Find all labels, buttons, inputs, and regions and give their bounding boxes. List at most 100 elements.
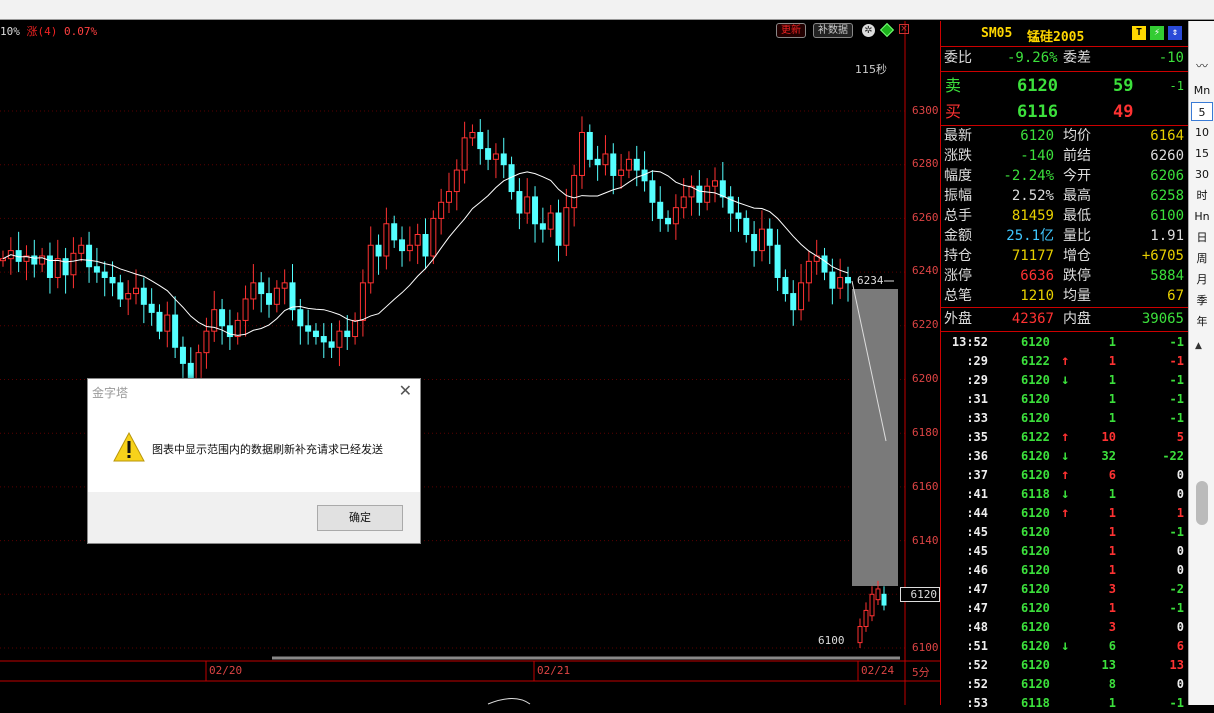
- outer-inner-row: 外盘 42367 内盘 39065: [941, 309, 1188, 329]
- period-7[interactable]: 日: [1191, 228, 1213, 247]
- tick-price: 6120: [1021, 525, 1050, 539]
- period-4[interactable]: 30: [1191, 165, 1213, 184]
- tick-time: :31: [966, 392, 988, 406]
- tick-price: 6120: [1021, 335, 1050, 349]
- stat-row: 最新 6120 均价 6164: [941, 126, 1188, 146]
- candle-body: [563, 207, 570, 246]
- stat-value-2: 6260: [1150, 148, 1184, 164]
- candle-body: [297, 309, 304, 327]
- close-chart-icon[interactable]: ×: [899, 24, 909, 34]
- chart-canvas: [0, 21, 940, 705]
- period-11[interactable]: 年: [1191, 312, 1213, 331]
- candlestick-chart[interactable]: 10% 涨(4) 0.07% 更新 补数据 ✲ × 115秒 6300 6280 6…: [0, 21, 940, 705]
- candle-body: [758, 228, 765, 252]
- tick-price: 6122: [1021, 430, 1050, 444]
- candle-body: [696, 185, 703, 203]
- period-2[interactable]: 10: [1191, 123, 1213, 142]
- weicha-value: -10: [1158, 50, 1184, 66]
- tick-row: :35 6122 ↑ 10 5: [941, 428, 1188, 447]
- scroll-up-arrow-icon[interactable]: ▲: [1195, 341, 1202, 351]
- tick-price: 6120: [1021, 601, 1050, 615]
- price-tick: 6240: [912, 264, 939, 277]
- candle-body: [863, 609, 869, 628]
- candle-body: [711, 180, 718, 187]
- tick-time: :45: [966, 525, 988, 539]
- indicator-left: 10%: [0, 25, 20, 38]
- tick-arrow-icon: ↑: [1061, 353, 1070, 369]
- stat-value: 6636: [1020, 268, 1054, 284]
- candle-body: [837, 276, 844, 289]
- tick-time: :29: [966, 354, 988, 368]
- candle-body: [414, 234, 421, 246]
- period-6[interactable]: Hn: [1191, 207, 1213, 226]
- scrollbar-thumb[interactable]: [1196, 481, 1208, 525]
- period-5[interactable]: 时: [1191, 186, 1213, 205]
- candle-body: [719, 180, 726, 198]
- period-3[interactable]: 15: [1191, 144, 1213, 163]
- ok-button[interactable]: 确定: [317, 505, 403, 531]
- candle-body: [453, 169, 460, 193]
- period-1[interactable]: 5: [1191, 102, 1213, 121]
- candle-body: [39, 255, 46, 265]
- tick-volume: 1: [1108, 335, 1116, 349]
- tick-price: 6120: [1021, 373, 1050, 387]
- line-chart-icon[interactable]: 〰: [1193, 57, 1211, 73]
- updown-arrows-icon[interactable]: ⇕: [1168, 26, 1182, 40]
- stat-label: 总笔: [944, 288, 972, 304]
- candle-body: [54, 258, 61, 278]
- period-0[interactable]: Mn: [1191, 81, 1213, 100]
- dialog-message: 图表中显示范围内的数据刷新补充请求已经发送: [152, 443, 383, 456]
- candle-body: [774, 244, 781, 278]
- tick-change: 6: [1176, 639, 1184, 653]
- candle-body: [602, 153, 609, 166]
- lightning-icon[interactable]: ⚡: [1150, 26, 1164, 40]
- tick-time: :35: [966, 430, 988, 444]
- stat-label: 幅度: [944, 168, 972, 184]
- candle-body: [250, 282, 257, 300]
- indicator-bar: 10% 涨(4) 0.07%: [0, 23, 97, 39]
- tick-volume: 1: [1108, 601, 1116, 615]
- quote-panel: SM05 锰硅2005 T ⚡ ⇕ 委比 -9.26% 委差 -10 卖 6120 59 -1…: [940, 21, 1188, 710]
- candle-body: [117, 282, 124, 300]
- indicator-label: 涨(4): [26, 25, 58, 38]
- countdown-label: 115秒: [855, 63, 887, 76]
- candle-body: [86, 244, 93, 268]
- projection-box: [852, 289, 898, 586]
- sell-row[interactable]: 卖 6120 59 -1: [941, 74, 1188, 98]
- settings-gear-icon[interactable]: ✲: [862, 24, 875, 37]
- stat-value-2: +6705: [1141, 248, 1184, 264]
- dialog-close-icon[interactable]: ✕: [399, 381, 412, 400]
- crosshair-price-label: 6234: [857, 274, 884, 287]
- tick-price: 6120: [1021, 506, 1050, 520]
- stat-value-2: 67: [1167, 288, 1184, 304]
- stat-row: 涨停 6636 跌停 5884: [941, 266, 1188, 286]
- t-icon[interactable]: T: [1132, 26, 1146, 40]
- period-10[interactable]: 季: [1191, 291, 1213, 310]
- weibi-row: 委比 -9.26% 委差 -10: [941, 48, 1188, 68]
- stat-label: 涨跌: [944, 148, 972, 164]
- volume-curve: [487, 698, 531, 705]
- tick-volume: 10: [1101, 430, 1116, 444]
- stat-value-2: 5884: [1150, 268, 1184, 284]
- sell-volume: 59: [1113, 76, 1134, 96]
- tick-volume: 6: [1108, 639, 1116, 653]
- supplement-data-button[interactable]: 补数据: [813, 23, 853, 38]
- stat-row: 总手 81459 最低 6100: [941, 206, 1188, 226]
- tick-time: :41: [966, 487, 988, 501]
- stat-label: 金额: [944, 228, 972, 244]
- stat-row: 持仓 71177 增仓 +6705: [941, 246, 1188, 266]
- candle-body: [680, 196, 687, 209]
- last-price-tag: 6120: [900, 587, 940, 602]
- stat-label: 总手: [944, 208, 972, 224]
- period-8[interactable]: 周: [1191, 249, 1213, 268]
- candle-body: [625, 158, 632, 171]
- buy-price: 6116: [1017, 102, 1058, 122]
- update-button[interactable]: 更新: [776, 23, 806, 38]
- candle-body: [869, 593, 875, 617]
- tick-change: -1: [1169, 354, 1184, 368]
- buy-row[interactable]: 买 6116 49: [941, 100, 1188, 124]
- candle-body: [516, 191, 523, 214]
- price-tick: 6220: [912, 318, 939, 331]
- tick-change: -22: [1162, 449, 1184, 463]
- period-9[interactable]: 月: [1191, 270, 1213, 289]
